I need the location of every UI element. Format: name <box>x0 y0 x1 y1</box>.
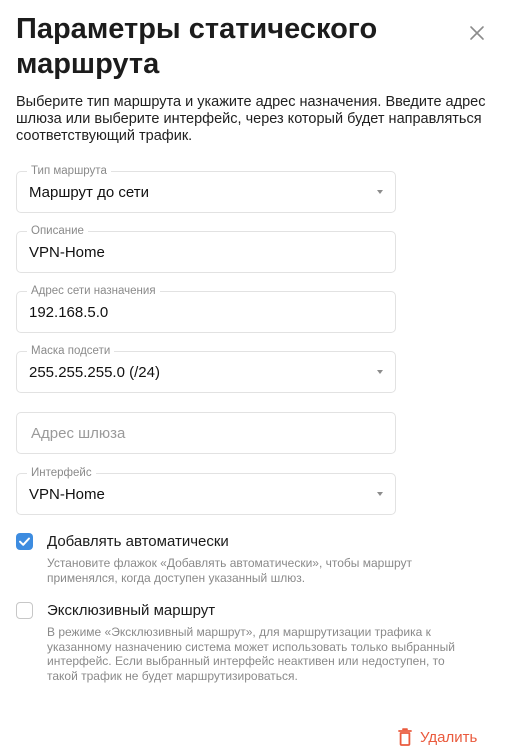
gateway-input[interactable]: Адрес шлюза <box>16 412 396 454</box>
interface-select[interactable]: Интерфейс VPN-Home <box>16 466 396 515</box>
exclusive-route-checkbox[interactable] <box>16 602 33 619</box>
delete-button[interactable]: Удалить <box>398 726 477 748</box>
destination-input[interactable]: Адрес сети назначения 192.168.5.0 <box>16 284 396 333</box>
trash-icon <box>398 728 412 746</box>
auto-add-help: Установите флажок «Добавлять автоматичес… <box>47 556 413 585</box>
destination-value: 192.168.5.0 <box>29 304 109 321</box>
route-type-value: Маршрут до сети <box>29 184 149 201</box>
description-value: VPN-Home <box>29 244 105 261</box>
dialog-title: Параметры статического маршрута <box>16 13 378 80</box>
route-type-label: Тип маршрута <box>27 164 111 178</box>
chevron-down-icon <box>377 190 383 194</box>
exclusive-route-label[interactable]: Эксклюзивный маршрут <box>47 602 215 619</box>
route-type-select[interactable]: Тип маршрута Маршрут до сети <box>16 164 396 213</box>
gateway-placeholder: Адрес шлюза <box>31 425 126 442</box>
auto-add-label[interactable]: Добавлять автоматически <box>47 533 229 550</box>
auto-add-checkbox[interactable] <box>16 533 33 550</box>
subnet-mask-select[interactable]: Маска подсети 255.255.255.0 (/24) <box>16 344 396 393</box>
chevron-down-icon <box>377 370 383 374</box>
destination-label: Адрес сети назначения <box>27 284 160 298</box>
delete-label: Удалить <box>420 728 478 746</box>
description-input[interactable]: Описание VPN-Home <box>16 224 396 273</box>
subnet-mask-value: 255.255.255.0 (/24) <box>29 364 160 381</box>
dialog-description: Выберите тип маршрута и укажите адрес на… <box>16 94 486 144</box>
subnet-mask-label: Маска подсети <box>27 344 115 358</box>
interface-label: Интерфейс <box>27 466 96 480</box>
interface-value: VPN-Home <box>29 486 105 503</box>
description-label: Описание <box>27 224 88 238</box>
close-icon[interactable] <box>466 22 488 44</box>
check-icon <box>19 537 30 546</box>
chevron-down-icon <box>377 492 383 496</box>
exclusive-route-help: В режиме «Эксклюзивный маршрут», для мар… <box>47 625 455 683</box>
